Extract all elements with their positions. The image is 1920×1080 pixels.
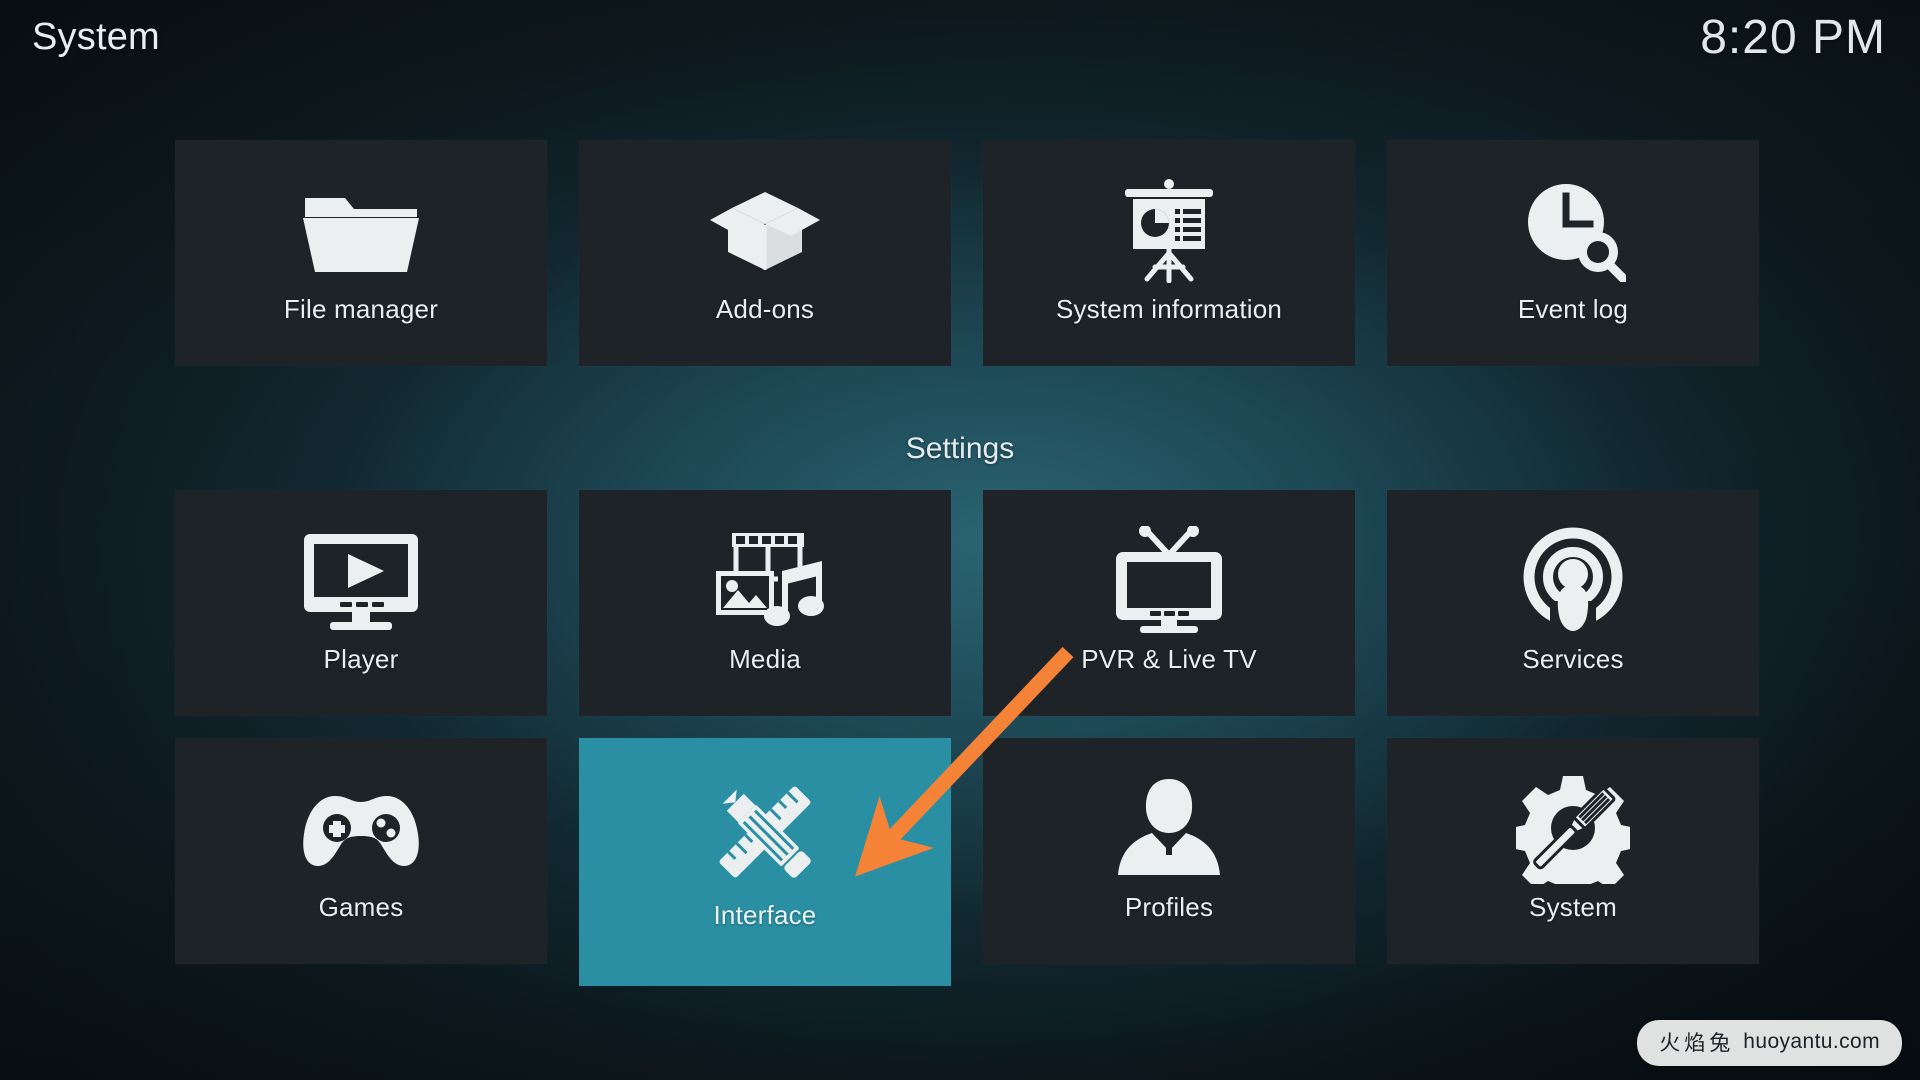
broadcast-podcast-icon [1508,520,1638,640]
tile-player[interactable]: Player [175,490,547,716]
tile-label: Profiles [1124,892,1214,922]
tile-system[interactable]: System [1387,738,1759,964]
presentation-board-icon [1104,170,1234,290]
bottom-row-grid: Games Interface Profiles System [175,738,1759,986]
tile-interface[interactable]: Interface [579,738,951,986]
tile-label: Media [729,644,801,674]
folder-icon [296,170,426,290]
person-bust-icon [1104,768,1234,888]
tile-label: Interface [713,900,817,930]
watermark-site: huoyantu.com [1743,1030,1880,1053]
tile-services[interactable]: Services [1387,490,1759,716]
tile-add-ons[interactable]: Add-ons [579,140,951,366]
tile-profiles[interactable]: Profiles [983,738,1355,964]
tile-label: Games [318,892,404,922]
pencil-ruler-icon [700,768,830,896]
clock-search-icon [1508,170,1638,290]
tile-label: PVR & Live TV [1081,644,1257,674]
page-title: System [32,16,160,58]
watermark-cn-text: 火焰兔 [1659,1032,1735,1055]
tile-system-information[interactable]: System information [983,140,1355,366]
clock: 8:20 PM [1700,11,1886,64]
tile-label: File manager [283,294,439,324]
tile-games[interactable]: Games [175,738,547,964]
film-picture-music-icon [700,520,830,640]
open-box-icon [700,170,830,290]
tile-label: Services [1522,644,1624,674]
tile-label: System information [1055,294,1283,324]
tile-label: Add-ons [715,294,815,324]
tile-media[interactable]: Media [579,490,951,716]
gamepad-icon [296,768,426,888]
watermark: 火焰兔 huoyantu.com [1637,1020,1902,1066]
top-row-grid: File manager Add-ons System information … [175,140,1759,366]
tile-label: Player [323,644,399,674]
monitor-play-icon [296,520,426,640]
tile-label: Event log [1517,294,1629,324]
gear-screwdriver-icon [1508,768,1638,888]
middle-row-grid: Player Media PVR & Live TV Services [175,490,1759,716]
settings-section-label: Settings [905,432,1015,465]
tile-label: System [1529,892,1617,922]
tile-file-manager[interactable]: File manager [175,140,547,366]
tv-antenna-icon [1104,520,1234,640]
kodi-system-screen: System 8:20 PM File manager Add-ons Syst… [0,0,1920,1080]
tile-pvr-live-tv[interactable]: PVR & Live TV [983,490,1355,716]
tile-event-log[interactable]: Event log [1387,140,1759,366]
